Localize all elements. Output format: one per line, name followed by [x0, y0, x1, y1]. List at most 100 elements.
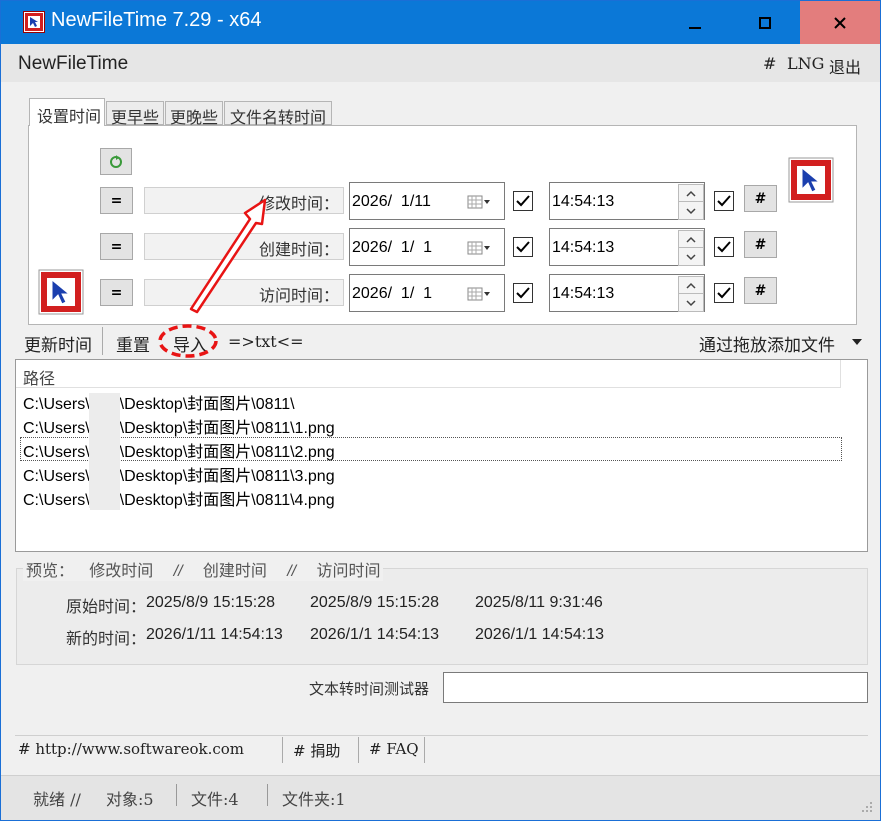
accessed-time-label: 访问时间： [258, 286, 339, 305]
title-bar[interactable]: NewFileTime 7.29 - x64 [1, 1, 880, 44]
drag-drop-add-files-menu[interactable]: 通过拖放添加文件 [699, 331, 835, 356]
date-value: 2026/ 1/ 1 [352, 285, 433, 302]
time-spin-down[interactable] [678, 201, 704, 220]
calendar-dropdown-icon[interactable] [467, 194, 491, 210]
list-item[interactable]: C:\Users\ \Desktop\封面图片\0811\2.png [23, 438, 335, 462]
date-value: 2026/ 1/ 1 [352, 239, 433, 256]
label-box-created: 创建时间： [144, 233, 344, 260]
text-to-time-tester-input[interactable] [443, 672, 868, 703]
hash-button-accessed[interactable]: # [744, 277, 777, 304]
file-list-header[interactable]: 路径 [16, 360, 841, 388]
modified-date-picker[interactable]: 2026/ 1/11 [349, 182, 505, 220]
time-spin-down[interactable] [678, 247, 704, 266]
created-time-checkbox[interactable] [714, 237, 734, 257]
separator: // [173, 563, 183, 580]
hash-button-created[interactable]: # [744, 231, 777, 258]
label-box-accessed: 访问时间： [144, 279, 344, 306]
resize-grip-icon[interactable] [860, 800, 874, 814]
chevron-down-icon [686, 207, 696, 214]
accessed-time-checkbox[interactable] [714, 283, 734, 303]
path-prefix: C:\Users\ [23, 444, 90, 461]
preview-modified-header: 修改时间 [89, 561, 154, 580]
list-item[interactable]: C:\Users\ \Desktop\封面图片\0811\ [23, 390, 295, 414]
dropdown-arrow-icon[interactable] [851, 338, 863, 346]
tab-filename-to-time[interactable]: 文件名转时间 [224, 101, 332, 127]
modified-time-field[interactable]: 14:54:13 [549, 182, 705, 220]
minimize-button[interactable] [660, 1, 730, 44]
link-divider [424, 737, 425, 763]
status-divider [267, 784, 268, 806]
reset-button[interactable]: 重置 [116, 331, 150, 356]
chevron-down-icon [686, 299, 696, 306]
tab-set-time[interactable]: 设置时间 [29, 98, 105, 126]
path-suffix: \Desktop\封面图片\0811\1.png [119, 420, 335, 437]
restore-time-button[interactable] [100, 148, 132, 175]
status-objects: 对象:5 [106, 790, 154, 809]
path-suffix: \Desktop\封面图片\0811\ [119, 396, 295, 413]
donate-link[interactable]: # 捐助 [293, 740, 340, 761]
list-item[interactable]: C:\Users\ \Desktop\封面图片\0811\1.png [23, 414, 335, 438]
tab-later[interactable]: 更晚些 [165, 101, 223, 127]
path-column-header: 路径 [23, 369, 56, 388]
time-spin-down[interactable] [678, 293, 704, 312]
time-value: 14:54:13 [552, 239, 615, 256]
preview-legend: 预览： 修改时间 // 创建时间 // 访问时间 [23, 557, 384, 581]
modified-date-checkbox[interactable] [513, 191, 533, 211]
date-value: 2026/ 1/11 [352, 193, 431, 210]
path-prefix: C:\Users\ [23, 468, 90, 485]
chevron-up-icon [686, 190, 696, 197]
path-prefix: C:\Users\ [23, 492, 90, 509]
website-link[interactable]: # http://www.softwareok.com [18, 740, 244, 758]
checkmark-icon [717, 195, 731, 207]
new-time-label: 新的时间： [66, 629, 147, 648]
app-name: NewFileTime [18, 53, 129, 74]
tab-label: 设置时间 [37, 107, 102, 126]
created-date-checkbox[interactable] [513, 237, 533, 257]
preview-accessed-header: 访问时间 [316, 561, 381, 580]
newfiletime-logo-small-icon [38, 269, 86, 317]
created-time-label: 创建时间： [258, 240, 339, 259]
import-button[interactable]: 导入 [173, 331, 207, 356]
window-title: NewFileTime 7.29 - x64 [51, 9, 262, 31]
exit-menu[interactable]: 退出 [829, 54, 861, 78]
text-to-time-tester-label: 文本转时间测试器 [309, 680, 430, 698]
created-date-picker[interactable]: 2026/ 1/ 1 [349, 228, 505, 266]
language-menu[interactable]: LNG [787, 54, 824, 73]
toolbar-divider [102, 327, 103, 355]
accessed-time-field[interactable]: 14:54:13 [549, 274, 705, 312]
path-suffix: \Desktop\封面图片\0811\3.png [119, 468, 335, 485]
maximize-icon [759, 16, 771, 29]
label-box-modified: 修改时间： [144, 187, 344, 214]
original-accessed-value: 2025/8/11 9:31:46 [475, 594, 603, 611]
equal-button-accessed[interactable]: = [100, 279, 133, 306]
faq-link[interactable]: # FAQ [369, 740, 419, 758]
list-item[interactable]: C:\Users\ \Desktop\封面图片\0811\3.png [23, 462, 335, 486]
maximize-button[interactable] [730, 1, 800, 44]
tab-earlier[interactable]: 更早些 [106, 101, 164, 127]
update-time-button[interactable]: 更新时间 [24, 331, 92, 356]
accessed-date-picker[interactable]: 2026/ 1/ 1 [349, 274, 505, 312]
calendar-dropdown-icon[interactable] [467, 286, 491, 302]
hash-button-modified[interactable]: # [744, 185, 777, 212]
modified-time-checkbox[interactable] [714, 191, 734, 211]
export-txt-button[interactable]: =>txt<= [228, 332, 304, 351]
close-icon [834, 16, 846, 29]
link-divider [358, 737, 359, 763]
checkmark-icon [516, 241, 530, 253]
equal-button-created[interactable]: = [100, 233, 133, 260]
calendar-dropdown-icon[interactable] [467, 240, 491, 256]
original-time-label: 原始时间： [66, 597, 147, 616]
app-icon [23, 11, 45, 33]
equal-button-modified[interactable]: = [100, 187, 133, 214]
checkmark-icon [516, 195, 530, 207]
status-divider [176, 784, 177, 806]
new-accessed-value: 2026/1/1 14:54:13 [475, 626, 605, 643]
list-item[interactable]: C:\Users\ \Desktop\封面图片\0811\4.png [23, 486, 335, 510]
close-button[interactable] [800, 1, 880, 44]
checkmark-icon [516, 287, 530, 299]
path-suffix: \Desktop\封面图片\0811\2.png [119, 444, 335, 461]
created-time-field[interactable]: 14:54:13 [549, 228, 705, 266]
minimize-icon [689, 26, 701, 29]
hash-menu[interactable]: # [763, 54, 776, 73]
accessed-date-checkbox[interactable] [513, 283, 533, 303]
